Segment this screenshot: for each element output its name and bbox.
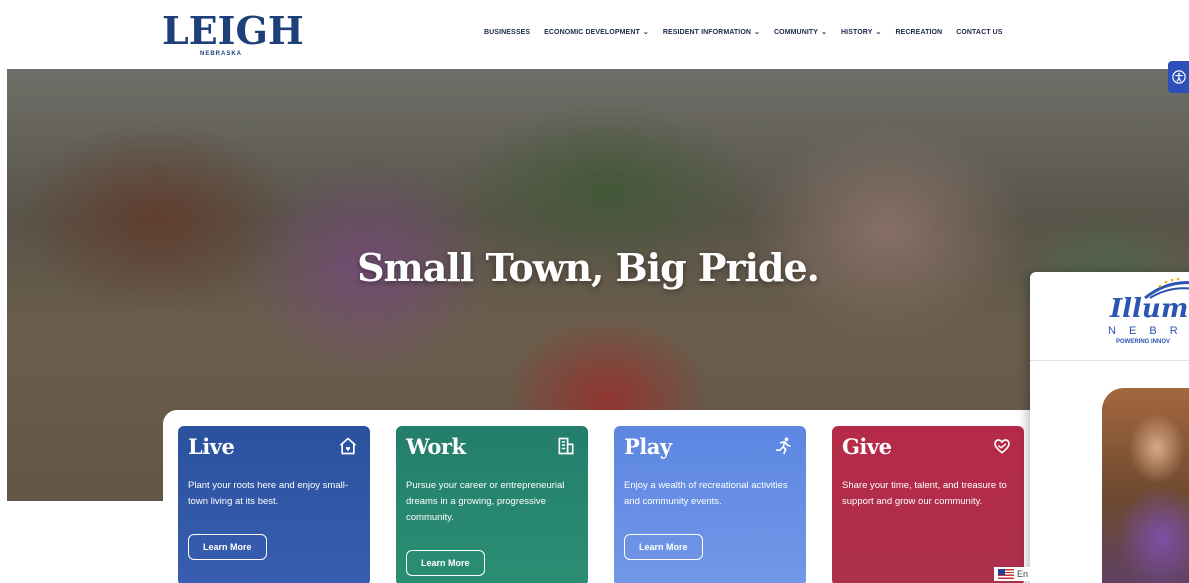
learn-more-button[interactable]: Learn More: [188, 534, 267, 560]
running-person-icon: [775, 437, 791, 455]
card-give: Give Share your time, talent, and treasu…: [832, 426, 1024, 583]
nav-item-economic-development[interactable]: ECONOMIC DEVELOPMENT ⌄: [544, 28, 649, 37]
language-label: En: [1017, 569, 1029, 579]
popup-brand-logo: Illumin: [1110, 294, 1189, 324]
language-selector[interactable]: En: [994, 567, 1033, 581]
page: LEIGH NEBRASKA BUSINESSES ECONOMIC DEVEL…: [0, 0, 1189, 583]
nav-item-history[interactable]: HISTORY ⌄: [841, 28, 882, 37]
us-flag-icon: [998, 569, 1014, 579]
logo-wordmark: LEIGH: [162, 8, 304, 53]
card-description: Pursue your career or entrepreneurial dr…: [406, 480, 565, 523]
nav-item-businesses[interactable]: BUSINESSES: [484, 29, 530, 36]
divider: [1030, 360, 1189, 361]
learn-more-button[interactable]: Learn More: [406, 550, 485, 576]
chevron-down-icon: ⌄: [821, 29, 828, 36]
logo-subtitle: NEBRASKA: [200, 51, 243, 57]
chevron-down-icon: ⌄: [642, 29, 649, 36]
card-title: Give: [842, 434, 892, 459]
card-work: Work Pursue your career or entrepreneuri…: [396, 426, 588, 583]
nav-item-resident-information[interactable]: RESIDENT INFORMATION ⌄: [663, 28, 760, 37]
chevron-down-icon: ⌄: [875, 29, 882, 36]
nav-item-community[interactable]: COMMUNITY ⌄: [774, 28, 828, 37]
building-icon: [558, 437, 574, 455]
card-description: Plant your roots here and enjoy small-to…: [188, 480, 348, 507]
nav-item-contact-us[interactable]: CONTACT US: [956, 29, 1002, 36]
site-logo[interactable]: LEIGH NEBRASKA: [160, 6, 304, 62]
card-live: Live Plant your roots here and enjoy sma…: [178, 426, 370, 583]
card-description: Enjoy a wealth of recreational activitie…: [624, 480, 788, 507]
chevron-down-icon: ⌄: [754, 29, 760, 36]
card-title: Live: [188, 434, 235, 459]
card-description: Share your time, talent, and treasure to…: [842, 480, 1007, 507]
learn-more-button[interactable]: Learn More: [624, 534, 703, 560]
popup-photo: [1102, 388, 1189, 583]
card-title: Play: [624, 434, 672, 459]
promo-popup[interactable]: Illumin N E B R A S POWERING INNOV: [1030, 272, 1189, 583]
main-nav: BUSINESSES ECONOMIC DEVELOPMENT ⌄ RESIDEN…: [484, 28, 1003, 37]
home-heart-icon: [339, 437, 357, 455]
accessibility-icon: [1171, 70, 1186, 84]
card-title: Work: [406, 434, 466, 459]
hero-title: Small Town, Big Pride.: [357, 245, 820, 290]
nav-item-recreation[interactable]: RECREATION: [895, 29, 942, 36]
hand-heart-icon: [994, 439, 1010, 454]
card-play: Play Enjoy a wealth of recreational acti…: [614, 426, 806, 583]
popup-brand-tagline: POWERING INNOV: [1116, 339, 1171, 345]
popup-brand-subtitle: N E B R A S: [1108, 325, 1189, 337]
accessibility-button[interactable]: [1168, 61, 1189, 93]
